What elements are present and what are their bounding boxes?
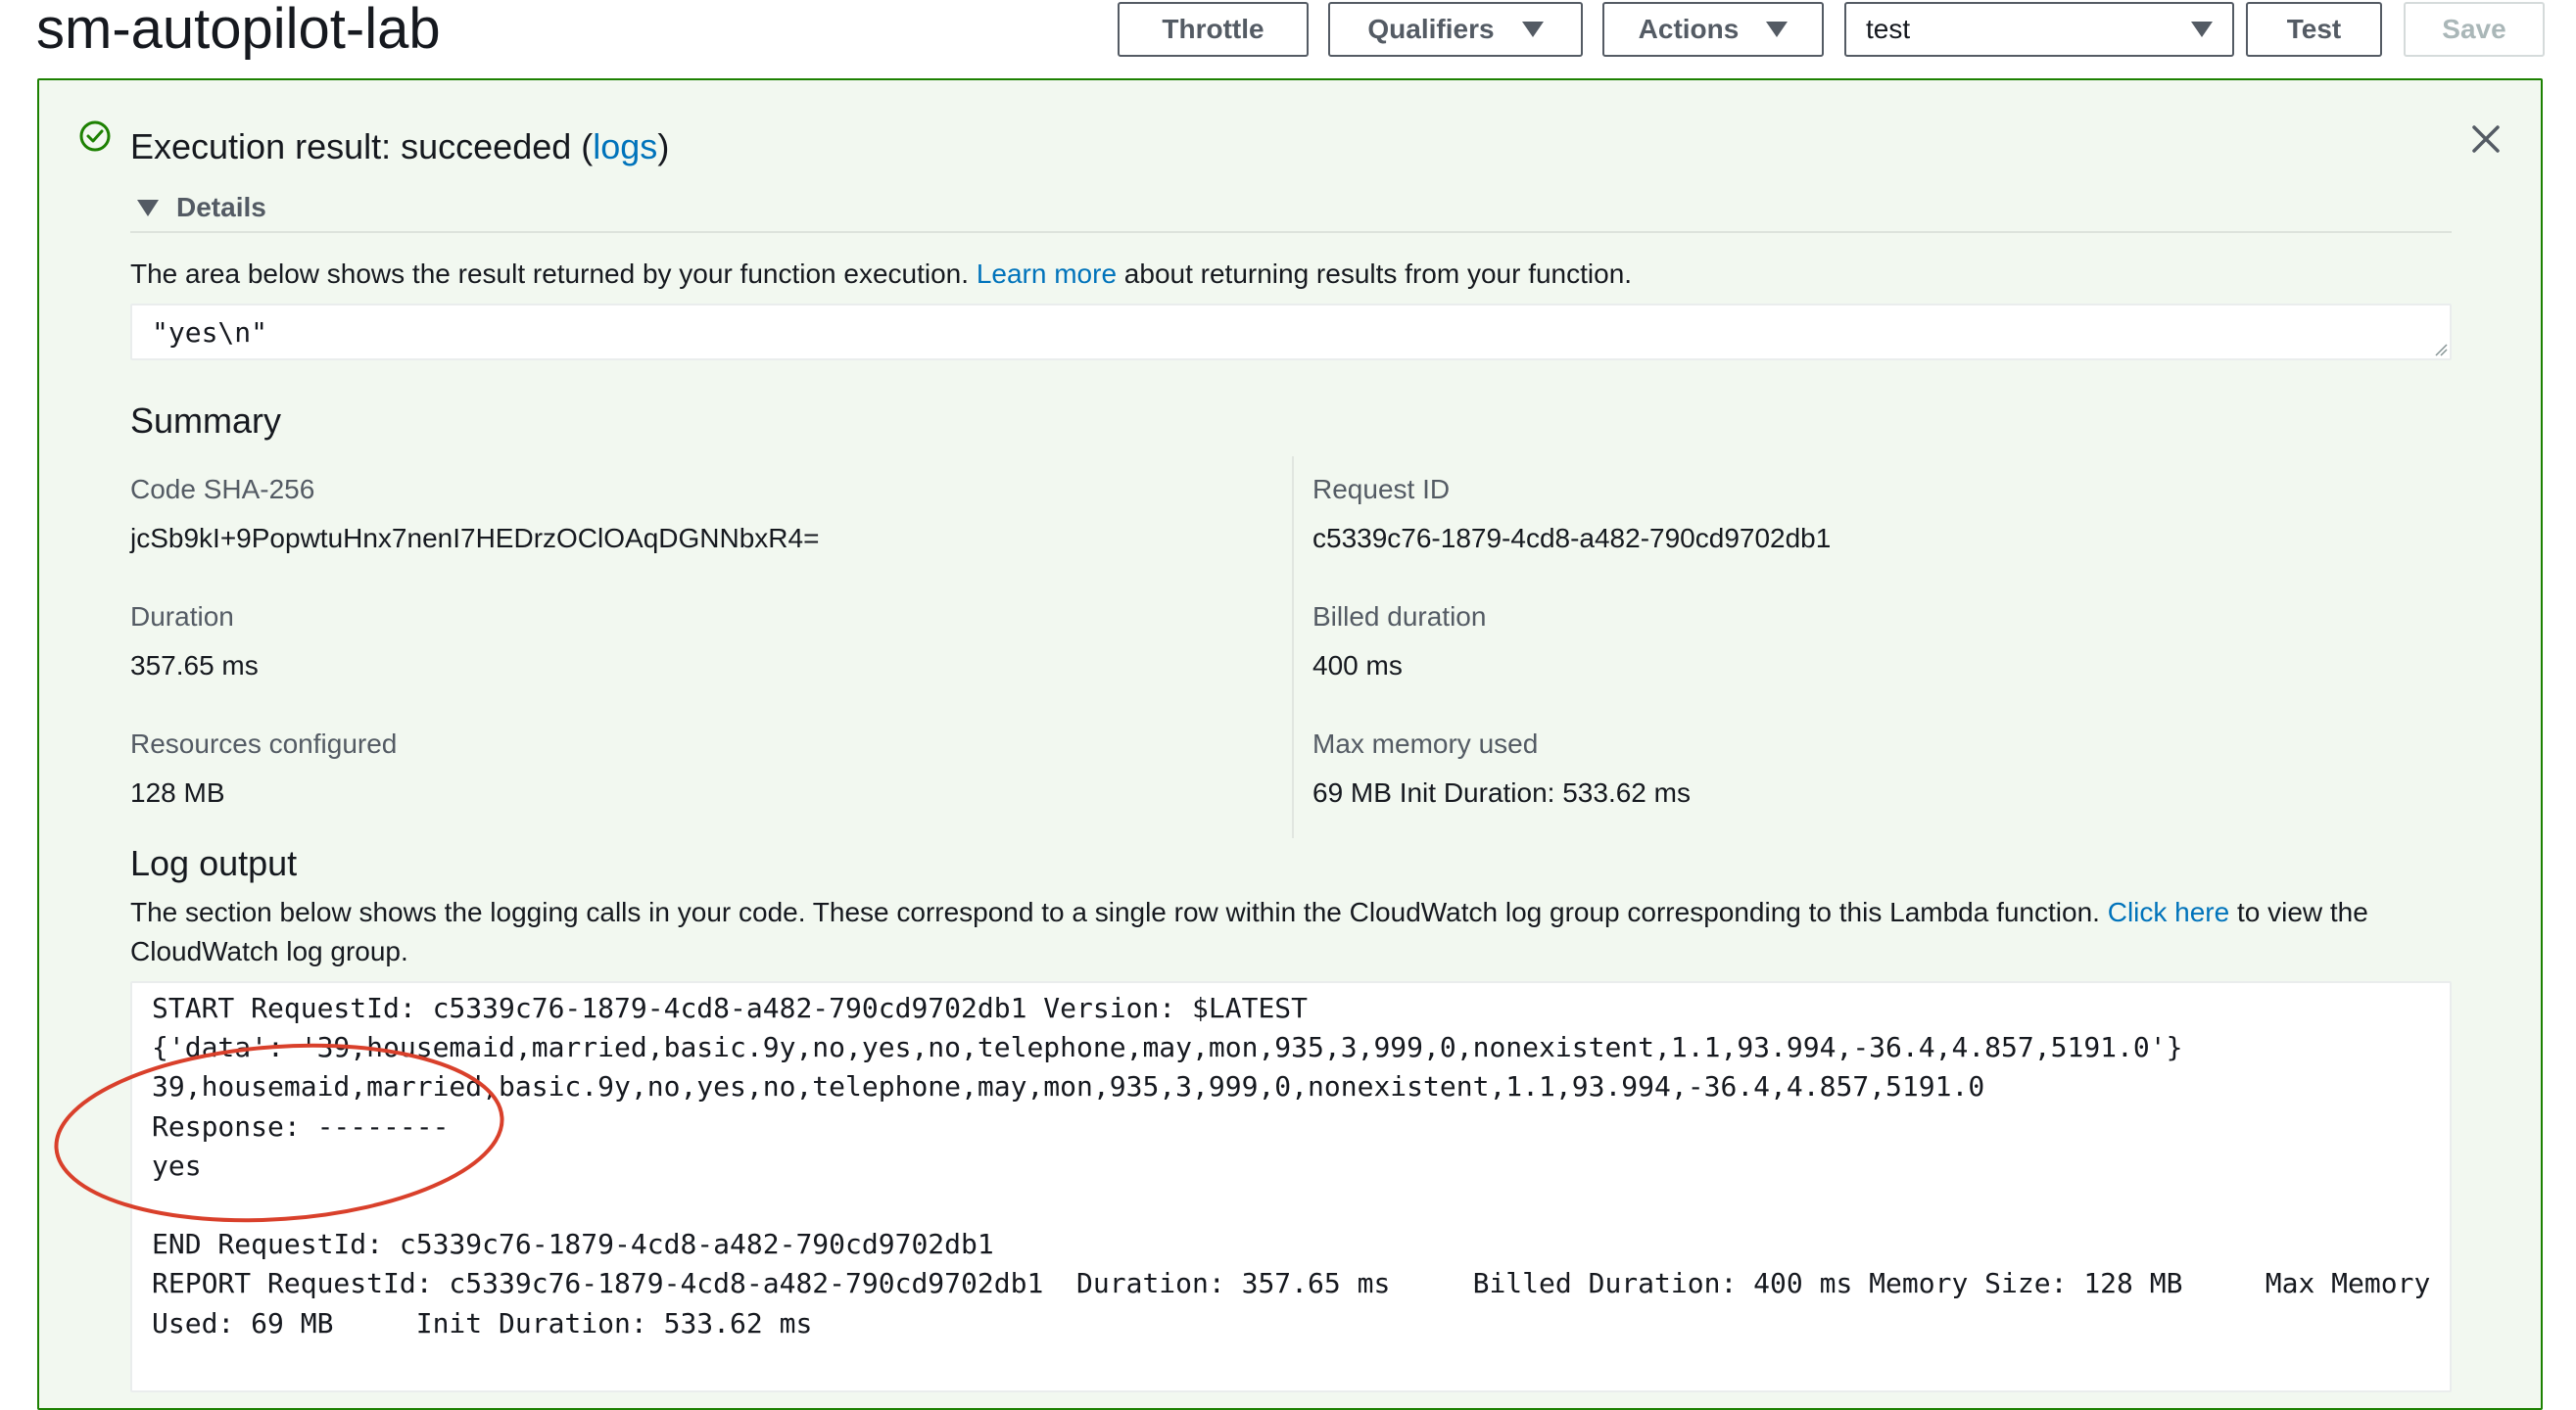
- test-event-value: test: [1866, 14, 1911, 44]
- duration-value: 357.65 ms: [130, 650, 259, 681]
- resize-grip-icon[interactable]: [2434, 343, 2448, 356]
- result-description-text: The area below shows the result returned…: [130, 258, 977, 289]
- billed-duration-value: 400 ms: [1312, 650, 1403, 681]
- qualifiers-button[interactable]: Qualifiers: [1328, 2, 1583, 57]
- code-sha-label: Code SHA-256: [130, 474, 315, 504]
- log-output-description: The section below shows the logging call…: [130, 893, 2461, 971]
- caret-down-icon: [2191, 22, 2213, 37]
- returned-result-textarea[interactable]: "yes\n": [130, 304, 2452, 360]
- log-output-heading: Log output: [130, 843, 298, 883]
- logs-link[interactable]: logs: [593, 126, 657, 166]
- details-toggle[interactable]: Details: [137, 192, 266, 223]
- test-button[interactable]: Test: [2246, 2, 2382, 57]
- max-memory-label: Max memory used: [1312, 728, 1539, 759]
- summary-column-divider: [1292, 456, 1294, 838]
- check-circle-icon: [79, 120, 111, 152]
- resources-configured-label: Resources configured: [130, 728, 398, 759]
- billed-duration-label: Billed duration: [1312, 601, 1487, 632]
- max-memory-value: 69 MB Init Duration: 533.62 ms: [1312, 777, 1691, 808]
- log-line: END RequestId: c5339c76-1879-4cd8-a482-7…: [152, 1228, 994, 1261]
- close-icon[interactable]: [2466, 119, 2505, 159]
- execution-result-status: Execution result: succeeded (: [130, 126, 594, 166]
- execution-result-title: Execution result: succeeded (logs): [130, 125, 669, 168]
- duration-label: Duration: [130, 601, 234, 632]
- test-event-select[interactable]: test: [1844, 2, 2234, 57]
- qualifiers-button-label: Qualifiers: [1367, 14, 1495, 44]
- caret-down-icon: [137, 199, 159, 216]
- details-label: Details: [176, 192, 266, 222]
- caret-down-icon: [1766, 22, 1789, 37]
- throttle-button-label: Throttle: [1162, 14, 1264, 44]
- request-id-value: c5339c76-1879-4cd8-a482-790cd9702db1: [1312, 523, 1832, 553]
- log-line: Used: 69 MB Init Duration: 533.62 ms: [152, 1306, 813, 1340]
- log-output-description-text: The section below shows the logging call…: [130, 897, 2108, 927]
- result-description: The area below shows the result returned…: [130, 255, 1632, 294]
- actions-button[interactable]: Actions: [1602, 2, 1824, 57]
- summary-heading: Summary: [130, 400, 282, 441]
- execution-result-panel: Execution result: succeeded (logs) Detai…: [37, 78, 2543, 1410]
- execution-result-title-close: ): [657, 126, 670, 166]
- log-line: yes: [152, 1149, 202, 1182]
- log-line: {'data': '39,housemaid,married,basic.9y,…: [152, 1031, 2183, 1064]
- throttle-button[interactable]: Throttle: [1118, 2, 1309, 57]
- actions-button-label: Actions: [1638, 14, 1740, 44]
- log-line: START RequestId: c5339c76-1879-4cd8-a482…: [152, 992, 1309, 1024]
- returned-result-value: "yes\n": [152, 316, 268, 349]
- test-button-label: Test: [2286, 14, 2342, 44]
- caret-down-icon: [1521, 22, 1544, 37]
- result-description-text-end: about returning results from your functi…: [1117, 258, 1633, 289]
- log-line: 39,housemaid,married,basic.9y,no,yes,no,…: [152, 1070, 1985, 1104]
- request-id-label: Request ID: [1312, 474, 1451, 504]
- save-button[interactable]: Save: [2404, 2, 2545, 57]
- click-here-link[interactable]: Click here: [2108, 897, 2229, 927]
- details-divider: [130, 231, 2452, 233]
- log-output-textarea[interactable]: START RequestId: c5339c76-1879-4cd8-a482…: [130, 981, 2452, 1392]
- function-title: sm-autopilot-lab: [36, 0, 441, 61]
- learn-more-link[interactable]: Learn more: [977, 258, 1117, 289]
- code-sha-value: jcSb9kI+9PopwtuHnx7nenI7HEDrzOClOAqDGNNb…: [130, 523, 820, 553]
- resources-configured-value: 128 MB: [130, 777, 225, 808]
- log-line: Response: --------: [152, 1109, 450, 1143]
- save-button-label: Save: [2442, 14, 2506, 44]
- log-line: REPORT RequestId: c5339c76-1879-4cd8-a48…: [152, 1267, 2431, 1300]
